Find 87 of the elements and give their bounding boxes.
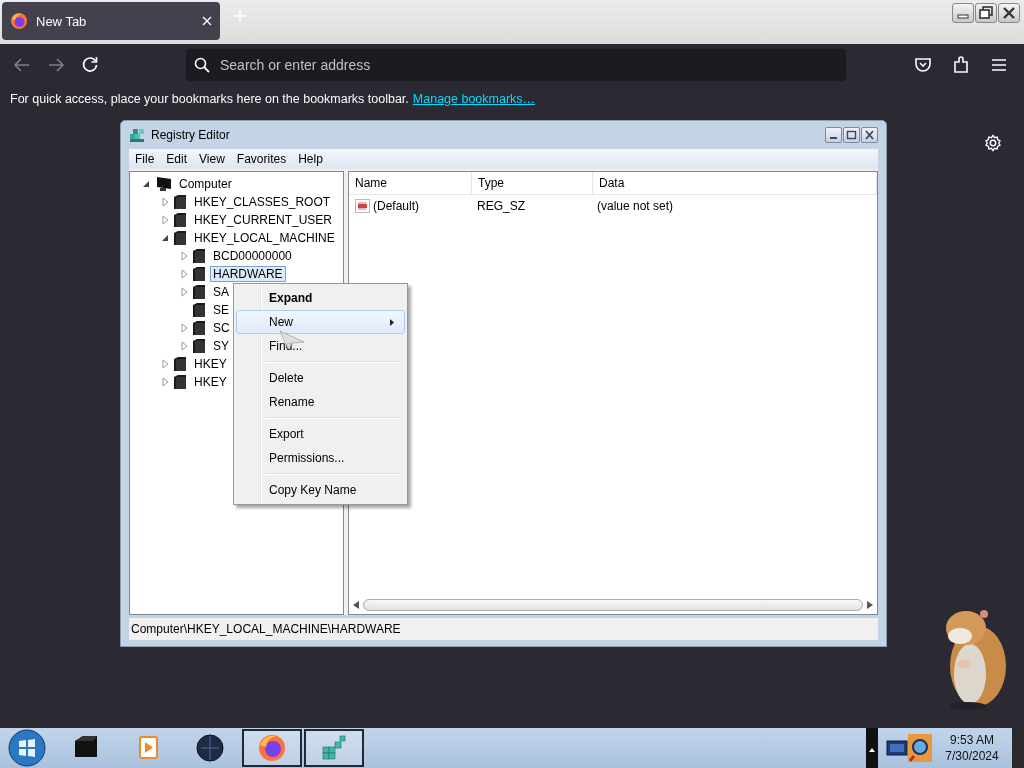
column-header[interactable]: Data bbox=[593, 172, 877, 194]
minimize-icon[interactable] bbox=[825, 127, 842, 143]
close-icon[interactable] bbox=[998, 3, 1020, 23]
folder-icon bbox=[192, 248, 206, 264]
close-icon[interactable] bbox=[861, 127, 878, 143]
menu-item[interactable]: File bbox=[129, 149, 161, 169]
firefox-icon bbox=[10, 12, 28, 30]
globe-icon bbox=[195, 733, 225, 763]
folder-icon bbox=[192, 284, 206, 300]
folder-icon bbox=[173, 212, 187, 228]
tree-item[interactable]: HKEY_CURRENT_USER bbox=[191, 212, 336, 228]
folder-icon bbox=[173, 230, 187, 246]
expand-triangle-icon[interactable] bbox=[159, 358, 171, 370]
scroll-right-icon[interactable] bbox=[867, 601, 873, 609]
restore-icon[interactable] bbox=[975, 3, 997, 23]
tree-item[interactable]: SC bbox=[210, 320, 233, 336]
context-menu-item[interactable]: Rename bbox=[236, 390, 405, 414]
submenu-arrow-icon bbox=[390, 318, 394, 326]
monitor-icon bbox=[154, 176, 172, 192]
address-placeholder: Search or enter address bbox=[220, 57, 371, 73]
value-data: (value not set) bbox=[596, 199, 675, 213]
magnifier-icon[interactable] bbox=[908, 734, 932, 762]
tree-item[interactable]: HKEY_CLASSES_ROOT bbox=[191, 194, 334, 210]
shield-icon[interactable] bbox=[914, 56, 932, 74]
window-title: Registry Editor bbox=[151, 128, 230, 142]
tree-item[interactable]: SA bbox=[210, 284, 232, 300]
tree-item[interactable]: SY bbox=[210, 338, 232, 354]
search-icon bbox=[194, 57, 210, 73]
menu-icon[interactable] bbox=[990, 56, 1008, 74]
tree-item[interactable]: Computer bbox=[176, 176, 235, 192]
column-header[interactable]: Name bbox=[349, 172, 472, 194]
status-bar: Computer\HKEY_LOCAL_MACHINE\HARDWARE bbox=[129, 617, 878, 640]
folder-icon bbox=[173, 374, 187, 390]
tree-item[interactable]: HKEY bbox=[191, 356, 230, 372]
start-button[interactable] bbox=[8, 729, 46, 767]
folder-icon bbox=[192, 266, 206, 282]
cubes-icon bbox=[129, 127, 145, 143]
context-menu-item[interactable]: Expand bbox=[236, 286, 405, 310]
cubes-icon bbox=[319, 733, 349, 763]
address-field[interactable]: Search or enter address bbox=[186, 49, 846, 81]
manage-bookmarks-link[interactable]: Manage bookmarks… bbox=[412, 92, 536, 106]
context-menu-item[interactable]: New bbox=[236, 310, 405, 334]
column-header[interactable]: Type bbox=[472, 172, 593, 194]
string-value-icon bbox=[355, 198, 371, 214]
context-menu-item[interactable]: Delete bbox=[236, 366, 405, 390]
taskbar-button[interactable] bbox=[304, 729, 364, 767]
expand-triangle-icon[interactable] bbox=[178, 250, 190, 262]
taskbar-button[interactable] bbox=[242, 729, 302, 767]
value-type: REG_SZ bbox=[476, 199, 526, 213]
folder-icon bbox=[192, 320, 206, 336]
tree-item[interactable]: SE bbox=[210, 302, 232, 318]
tree-item[interactable]: BCD00000000 bbox=[210, 248, 295, 264]
menu-item[interactable]: Help bbox=[292, 149, 329, 169]
tree-item[interactable]: HARDWARE bbox=[210, 266, 286, 282]
expand-triangle-icon[interactable] bbox=[178, 340, 190, 352]
clock-date: 7/30/2024 bbox=[945, 748, 999, 764]
tree-item[interactable]: HKEY bbox=[191, 374, 230, 390]
reload-icon[interactable] bbox=[80, 55, 100, 75]
value-name: (Default) bbox=[373, 199, 419, 213]
expand-triangle-icon[interactable] bbox=[159, 214, 171, 226]
menu-item[interactable]: Favorites bbox=[230, 149, 293, 169]
expand-triangle-icon[interactable] bbox=[159, 376, 171, 388]
maximize-icon[interactable] bbox=[843, 127, 860, 143]
folder-icon bbox=[173, 356, 187, 372]
browser-tab[interactable]: New Tab bbox=[2, 2, 220, 40]
monitor-icon[interactable] bbox=[886, 738, 908, 758]
bookmarks-message: For quick access, place your bookmarks here on the bookmarks toolbar. Manage bookmarks… bbox=[10, 92, 536, 106]
folder-icon bbox=[192, 338, 206, 354]
scroll-left-icon[interactable] bbox=[353, 601, 359, 609]
folder-icon bbox=[192, 302, 206, 318]
context-menu-item[interactable]: Copy Key Name bbox=[236, 478, 405, 502]
clock[interactable]: 9:53 AM 7/30/2024 bbox=[932, 732, 1012, 764]
folder-icon bbox=[173, 194, 187, 210]
context-menu-item[interactable]: Permissions... bbox=[236, 446, 405, 470]
expand-triangle-icon[interactable] bbox=[159, 196, 171, 208]
firefox-icon bbox=[257, 733, 287, 763]
puzzle-icon[interactable] bbox=[952, 56, 970, 74]
context-menu-item[interactable]: Export bbox=[236, 422, 405, 446]
menu-item[interactable]: Edit bbox=[160, 149, 194, 169]
expand-triangle-icon[interactable] bbox=[178, 286, 190, 298]
menu-item[interactable]: View bbox=[193, 149, 231, 169]
expand-triangle-icon[interactable] bbox=[178, 268, 190, 280]
tree-item[interactable]: HKEY_LOCAL_MACHINE bbox=[191, 230, 338, 246]
context-menu-item[interactable]: Find... bbox=[236, 334, 405, 358]
settings-icon[interactable] bbox=[984, 134, 1002, 152]
clock-time: 9:53 AM bbox=[950, 732, 994, 748]
expand-triangle-icon[interactable] bbox=[178, 322, 190, 334]
